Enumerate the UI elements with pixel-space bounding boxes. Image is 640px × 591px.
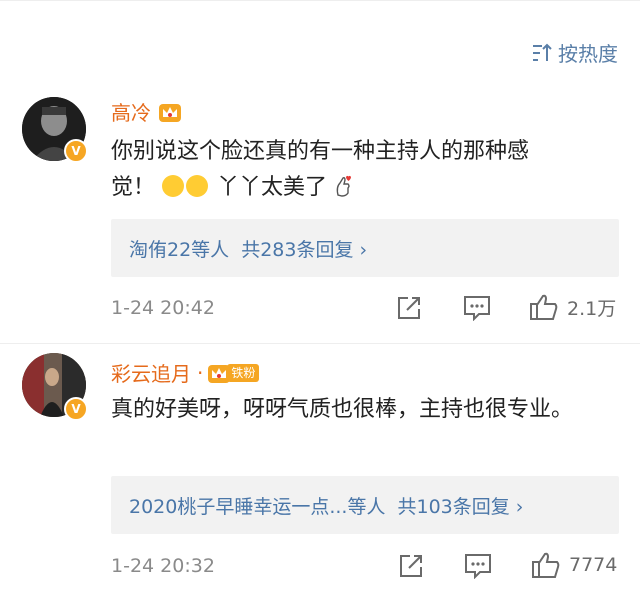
like-button[interactable]: 7774 [531,551,617,579]
author-name: 彩云追月 [111,362,191,386]
replies-summary-button[interactable]: 淘侑22等人 共283条回复 › [111,219,619,277]
iron-fan-badge: 铁粉 [207,362,260,384]
sort-label: 按热度 [558,42,618,66]
verified-badge: V [64,397,88,421]
laughing-tears-emoji-icon [186,175,209,197]
replies-users: 淘侑22等人 [129,238,230,261]
sort-by-hot-button[interactable]: 按热度 [532,38,618,67]
author-name: 高冷 [111,101,151,125]
comment-button[interactable] [463,295,491,321]
thumbs-up-icon [530,294,558,320]
comment-1-author[interactable]: 高冷 [111,97,183,126]
fan-badge-label: 铁粉 [227,363,260,382]
thumbs-up-icon [532,552,560,578]
comment-2-time: 1-24 20:32 [111,555,215,577]
comment-2-text: 真的好美呀，呀呀气质也很棒，主持也很专业。 [111,397,574,422]
like-count: 2.1万 [567,297,617,320]
replies-summary-button[interactable]: 2020桃子早睡幸运一点...等人 共103条回复 › [111,476,619,534]
comment-divider [0,343,640,344]
share-button[interactable] [398,553,424,579]
comment-icon [465,554,491,579]
laughing-tears-emoji-icon [162,175,185,197]
replies-count: 共103条回复 › [397,495,524,518]
comment-text-line: 觉！ 丫丫太美了 [111,170,621,206]
replies-count: 共283条回复 › [241,238,368,261]
comment-text-part: 觉！ [111,175,156,200]
share-icon [400,555,422,577]
comment-text-line: 你别说这个脸还真的有一种主持人的那种感 [111,139,530,164]
sort-icon [533,43,552,61]
finger-heart-emoji-icon [336,175,352,197]
replies-users: 2020桃子早睡幸运一点...等人 [129,495,386,518]
comment-icon [464,296,490,321]
like-button[interactable]: 2.1万 [529,293,616,321]
comment-1-text: 你别说这个脸还真的有一种主持人的那种感 觉！ 丫丫太美了 [111,134,621,206]
comment-text-part: 丫丫太美了 [217,175,328,200]
like-count: 7774 [569,554,618,576]
top-divider [0,0,640,1]
name-dot: · [197,360,204,385]
comment-button[interactable] [464,553,492,579]
verified-badge: V [64,139,88,163]
crown-icon [159,103,181,122]
share-button[interactable] [396,295,422,321]
comment-2-author[interactable]: 彩云追月 · 铁粉 [111,358,260,387]
comment-1-time: 1-24 20:42 [111,297,215,319]
share-icon [398,297,420,319]
